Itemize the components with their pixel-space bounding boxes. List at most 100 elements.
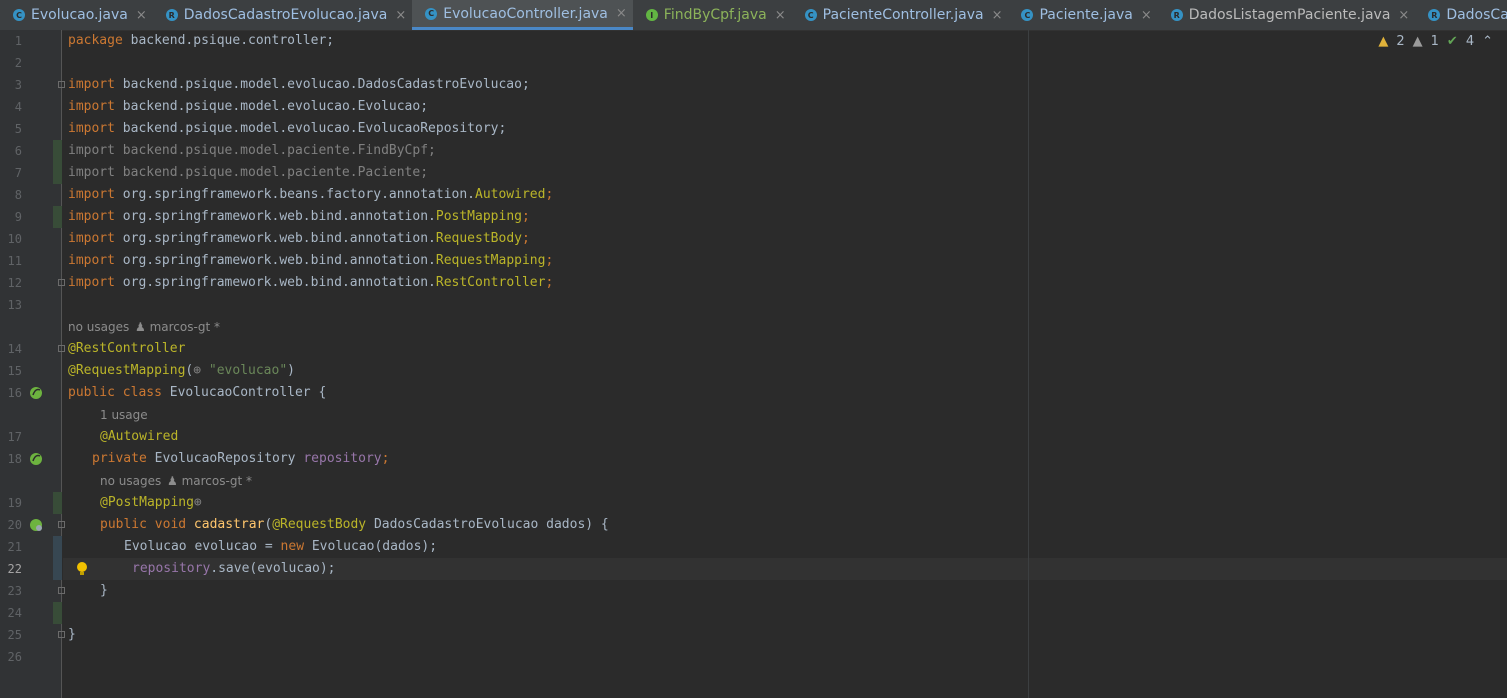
close-icon[interactable]: × xyxy=(992,8,1003,23)
line-number: 24 xyxy=(7,606,22,620)
line-number: 20 xyxy=(7,518,22,532)
code-line: import org.springframework.web.bind.anno… xyxy=(68,209,530,224)
vcs-change-marker[interactable] xyxy=(53,536,62,580)
line-number: 9 xyxy=(14,210,22,224)
globe-icon: ⊕ xyxy=(193,495,202,510)
close-icon[interactable]: × xyxy=(616,6,627,21)
code-line-unused-import: import backend.psique.model.paciente.Fin… xyxy=(68,143,436,158)
tab-dados-listagem-paciente[interactable]: R DadosListagemPaciente.java × xyxy=(1158,0,1416,30)
line-number: 11 xyxy=(7,254,22,268)
code-line: Evolucao evolucao = new Evolucao(dados); xyxy=(124,539,438,554)
usages-hint[interactable]: no usages xyxy=(68,316,129,338)
code-line: } xyxy=(100,583,108,598)
code-line-unused-import: import backend.psique.model.paciente.Pac… xyxy=(68,165,429,180)
close-icon[interactable]: × xyxy=(1398,8,1409,23)
class-icon: C xyxy=(425,7,438,20)
line-number: 16 xyxy=(7,386,22,400)
tab-find-by-cpf[interactable]: I FindByCpf.java × xyxy=(633,0,792,30)
interface-icon: I xyxy=(645,9,658,21)
line-number: 3 xyxy=(14,78,22,92)
line-number: 8 xyxy=(14,188,22,202)
line-number: 22 xyxy=(7,562,22,576)
tab-evolucao-controller[interactable]: C EvolucaoController.java × xyxy=(412,0,633,30)
tab-paciente-controller[interactable]: C PacienteController.java × xyxy=(792,0,1009,30)
line-number: 14 xyxy=(7,342,22,356)
code-line: import backend.psique.model.evolucao.Dad… xyxy=(68,77,530,92)
code-line: @RestController xyxy=(68,341,186,356)
tab-label: DadosCadastro xyxy=(1446,7,1507,23)
warning-icon: ▲ xyxy=(1378,34,1389,49)
usages-hint[interactable]: 1 usage xyxy=(100,404,148,426)
user-icon: ♟ xyxy=(135,320,146,334)
tab-label: Paciente.java xyxy=(1039,7,1133,23)
right-margin-guide xyxy=(1028,30,1029,698)
tab-dados-cadastro-evolucao[interactable]: R DadosCadastroEvolucao.java × xyxy=(153,0,412,30)
vcs-change-marker[interactable] xyxy=(53,140,62,184)
line-number: 26 xyxy=(7,650,22,664)
weak-warning-icon: ▲ xyxy=(1412,34,1423,49)
lightbulb-icon[interactable] xyxy=(75,561,89,577)
close-icon[interactable]: × xyxy=(1141,8,1152,23)
code-editor[interactable]: package backend.psique.controller; impor… xyxy=(63,30,1507,698)
code-line: } xyxy=(68,627,76,642)
spring-bean-icon[interactable] xyxy=(29,452,43,466)
editor-gutter[interactable]: 1 2 3 4 5 6 7 8 9 10 11 12 13 14 15 16 1… xyxy=(0,30,65,698)
line-number: 13 xyxy=(7,298,22,312)
tab-label: DadosCadastroEvolucao.java xyxy=(183,7,388,23)
class-icon: C xyxy=(13,9,25,21)
check-icon: ✔ xyxy=(1446,34,1458,49)
line-number: 6 xyxy=(14,144,22,158)
spring-bean-icon[interactable] xyxy=(29,386,43,400)
record-icon: R xyxy=(165,9,178,21)
line-number: 19 xyxy=(7,496,22,510)
tab-paciente[interactable]: C Paciente.java × xyxy=(1008,0,1157,30)
tab-label: Evolucao.java xyxy=(31,7,128,23)
code-line: package backend.psique.controller; xyxy=(68,33,335,48)
usages-hint[interactable]: no usages xyxy=(100,470,161,492)
line-number: 12 xyxy=(7,276,22,290)
code-line: @PostMapping⊕ xyxy=(100,495,202,510)
tab-label: DadosListagemPaciente.java xyxy=(1188,7,1391,23)
code-line: public void cadastrar(@RequestBody Dados… xyxy=(100,517,609,532)
close-icon[interactable]: × xyxy=(775,8,786,23)
line-number: 1 xyxy=(14,34,22,48)
code-line: import org.springframework.web.bind.anno… xyxy=(68,253,554,268)
editor-tab-bar: C Evolucao.java × R DadosCadastroEvoluca… xyxy=(0,0,1507,31)
code-line: repository.save(evolucao); xyxy=(132,561,336,576)
line-number: 7 xyxy=(14,166,22,180)
vcs-change-marker[interactable] xyxy=(53,602,62,624)
vcs-change-marker[interactable] xyxy=(53,492,62,514)
line-number: 4 xyxy=(14,100,22,114)
line-number: 23 xyxy=(7,584,22,598)
class-icon: C xyxy=(804,9,817,21)
code-line: public class EvolucaoController { xyxy=(68,385,327,400)
line-number: 10 xyxy=(7,232,22,246)
code-line: @RequestMapping(⊕ "evolucao") xyxy=(68,363,295,378)
line-number: 25 xyxy=(7,628,22,642)
close-icon[interactable]: × xyxy=(395,8,406,23)
author-hint[interactable]: ♟ marcos-gt * xyxy=(135,316,220,338)
tab-dados-cadastro[interactable]: R DadosCadastro xyxy=(1415,0,1507,30)
author-hint[interactable]: ♟ marcos-gt * xyxy=(167,470,252,492)
user-icon: ♟ xyxy=(167,474,178,488)
chevron-up-icon[interactable]: ⌃ xyxy=(1482,34,1493,49)
code-line: import org.springframework.beans.factory… xyxy=(68,187,554,202)
line-number: 21 xyxy=(7,540,22,554)
tab-label: PacienteController.java xyxy=(822,7,984,23)
code-line: @Autowired xyxy=(100,429,179,444)
record-icon: R xyxy=(1170,9,1183,21)
spring-endpoint-icon[interactable] xyxy=(29,518,43,532)
code-line: import backend.psique.model.evolucao.Evo… xyxy=(68,121,507,136)
tab-label: FindByCpf.java xyxy=(663,7,767,23)
line-number: 2 xyxy=(14,56,22,70)
tab-evolucao[interactable]: C Evolucao.java × xyxy=(0,0,153,30)
code-line: import org.springframework.web.bind.anno… xyxy=(68,275,554,290)
globe-icon: ⊕ xyxy=(193,363,209,378)
tab-label: EvolucaoController.java xyxy=(443,5,608,22)
close-icon[interactable]: × xyxy=(136,8,147,23)
class-icon: C xyxy=(1021,9,1034,21)
record-icon: R xyxy=(1428,9,1441,21)
vcs-change-marker[interactable] xyxy=(53,206,62,228)
inspection-widget[interactable]: ▲ 2 ▲ 1 ✔ 4 ⌃ xyxy=(1378,34,1493,49)
code-line: private EvolucaoRepository repository; xyxy=(92,451,390,466)
